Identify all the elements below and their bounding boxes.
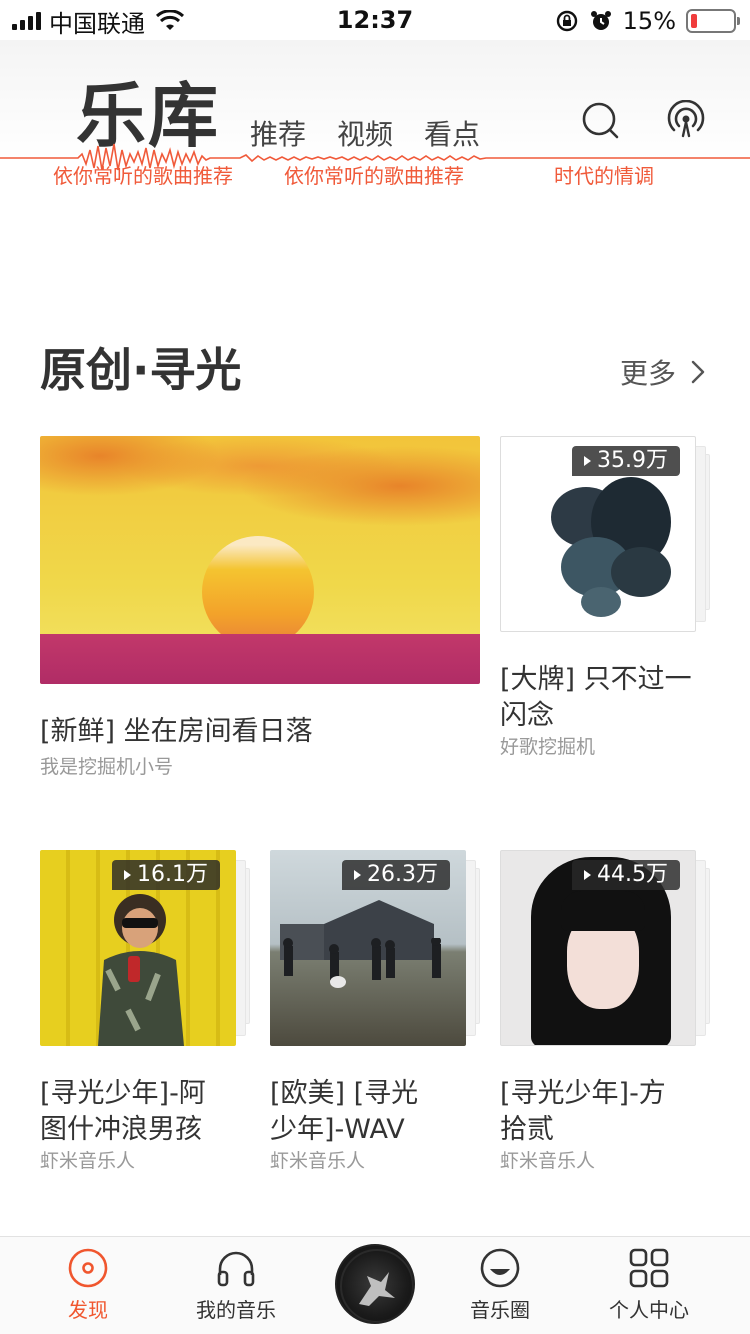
tab-profile[interactable]: 个人中心: [574, 1247, 724, 1323]
chevron-right-icon: [691, 360, 705, 384]
card-title[interactable]: [欧美] [寻光 少年]-WAV: [270, 1076, 490, 1148]
status-right: 15%: [555, 6, 740, 36]
play-count-badge: 35.9万: [572, 446, 680, 476]
more-label: 更多: [620, 357, 677, 390]
more-button[interactable]: 更多: [620, 352, 706, 392]
caption-highlights: 时代的情调: [554, 164, 654, 188]
disc-icon: [68, 1248, 108, 1288]
tab-label: 音乐圈: [470, 1298, 530, 1322]
card-title[interactable]: [大牌] 只不过一 闪念: [500, 662, 720, 734]
play-count-badge: 26.3万: [342, 860, 450, 890]
cover-image-sunset[interactable]: [40, 436, 480, 684]
play-count-badge: 44.5万: [572, 860, 680, 890]
card-title-line: [欧美] [寻光: [270, 1078, 419, 1109]
play-count: 44.5万: [597, 862, 668, 887]
playlist-card-wav[interactable]: 26.3万 [欧美] [寻光 少年]-WAV 虾米音乐人: [270, 850, 490, 1180]
card-subtitle: 虾米音乐人: [500, 1150, 596, 1172]
card-title-line: [寻光少年]-阿: [40, 1078, 206, 1109]
alarm-icon: [590, 11, 611, 30]
status-bar: 中国联通 12:37 15%: [0, 0, 750, 40]
card-subtitle: 好歌挖掘机: [500, 736, 596, 758]
tab-music-circle[interactable]: 音乐圈: [425, 1247, 575, 1323]
playlist-card-moment[interactable]: 35.9万 [大牌] 只不过一 闪念 好歌挖掘机: [500, 436, 720, 766]
section-title: 原创·寻光: [40, 343, 242, 397]
tab-discover[interactable]: 发现: [13, 1247, 163, 1323]
playlist-card-fang[interactable]: 44.5万 [寻光少年]-方 拾贰 虾米音乐人: [500, 850, 720, 1180]
tab-label: 我的音乐: [196, 1298, 276, 1322]
play-count-badge: 16.1万: [112, 860, 220, 890]
card-subtitle: 虾米音乐人: [270, 1150, 366, 1172]
caption-video: 依你常听的歌曲推荐: [284, 164, 464, 188]
card-title-line: 图什冲浪男孩: [40, 1114, 202, 1145]
battery-percent: 15%: [622, 7, 676, 35]
card-title[interactable]: [寻光少年]-方 拾贰: [500, 1076, 720, 1148]
card-title-line: [寻光少年]-方: [500, 1078, 666, 1109]
card-title-line: 少年]-WAV: [270, 1114, 405, 1145]
tab-label: 个人中心: [609, 1298, 689, 1322]
card-title-line: 闪念: [500, 700, 554, 731]
rotation-lock-icon: [556, 10, 577, 32]
portrait-bangs: [561, 891, 645, 931]
caption-recommend: 依你常听的歌曲推荐: [53, 164, 233, 188]
tab-label: 发现: [68, 1298, 108, 1322]
sun-graphic: [202, 536, 314, 648]
play-count: 26.3万: [367, 862, 438, 887]
playlist-card-sunset[interactable]: [新鲜] 坐在房间看日落 我是挖掘机小号: [40, 436, 480, 796]
grid-icon: [629, 1248, 669, 1288]
playlist-card-surf-boy[interactable]: 16.1万 [寻光少年]-阿 图什冲浪男孩 虾米音乐人: [40, 850, 260, 1180]
battery-icon: [686, 9, 740, 33]
sea-graphic: [40, 634, 480, 684]
smile-icon: [480, 1248, 520, 1288]
card-subtitle: 我是挖掘机小号: [40, 756, 174, 778]
battery-fill: [691, 14, 697, 28]
card-title-line: 拾贰: [500, 1114, 554, 1145]
headphones-icon: [217, 1251, 255, 1287]
search-icon[interactable]: [580, 100, 620, 142]
card-title[interactable]: [新鲜] 坐在房间看日落: [40, 714, 480, 750]
person-graphic: [98, 894, 184, 1046]
card-title-line: [大牌] 只不过一: [500, 664, 692, 695]
band-members-graphic: [283, 938, 441, 988]
now-playing-disc-button[interactable]: [335, 1244, 415, 1324]
play-count: 16.1万: [137, 862, 208, 887]
header: 乐库 推荐 视频 看点 依你常听的歌曲推荐 依你常听的歌曲推荐 时代的情调: [0, 40, 750, 200]
play-count: 35.9万: [597, 448, 668, 473]
card-title[interactable]: [寻光少年]-阿 图什冲浪男孩: [40, 1076, 260, 1148]
tab-my-music[interactable]: 我的音乐: [161, 1247, 311, 1323]
card-subtitle: 虾米音乐人: [40, 1150, 136, 1172]
radio-broadcast-icon[interactable]: [666, 100, 706, 142]
